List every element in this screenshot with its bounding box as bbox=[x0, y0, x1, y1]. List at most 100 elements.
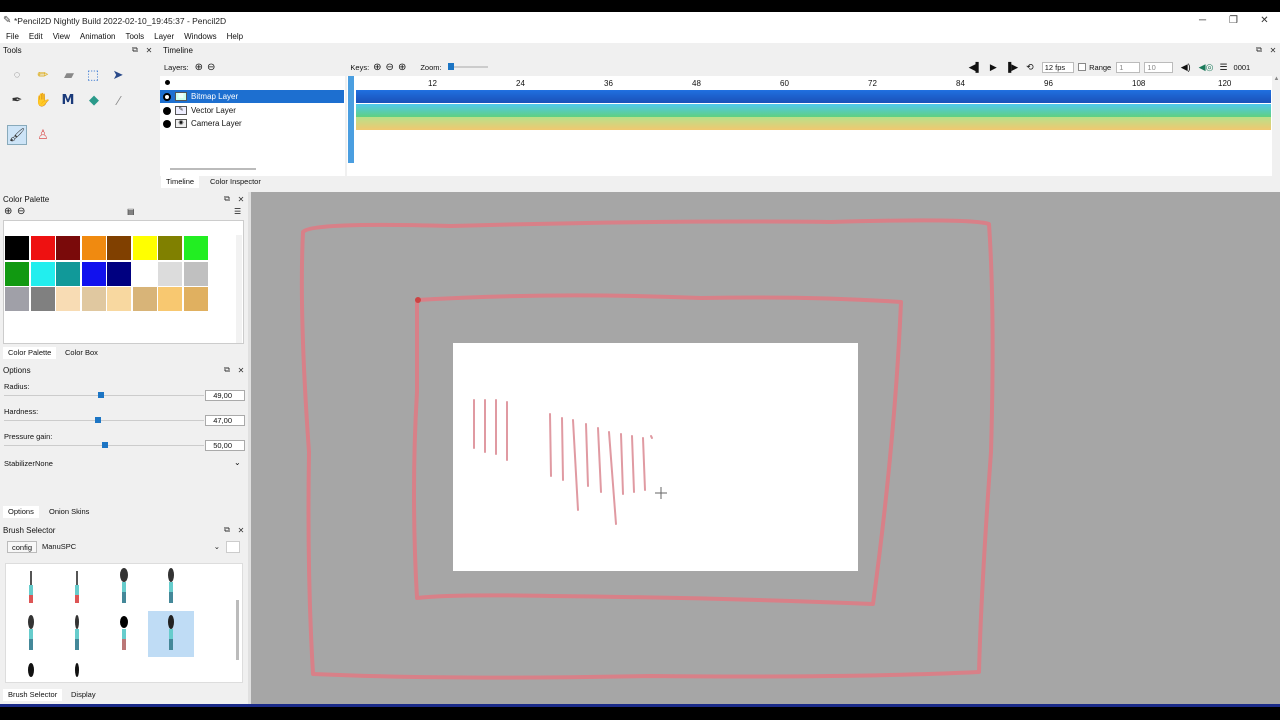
brush-preset-item[interactable] bbox=[101, 611, 147, 657]
color-swatch[interactable] bbox=[107, 261, 131, 286]
brush-preset-item[interactable] bbox=[8, 611, 54, 657]
menu-edit[interactable]: Edit bbox=[29, 32, 43, 41]
close-icon[interactable]: ✕ bbox=[1266, 46, 1280, 55]
float-icon[interactable]: ⧉ bbox=[220, 525, 234, 535]
eye-icon[interactable] bbox=[163, 119, 171, 128]
hardness-spinbox[interactable]: 47,00 bbox=[205, 415, 245, 426]
visibility-all-icon[interactable] bbox=[165, 80, 170, 85]
range-start-input[interactable]: 1 bbox=[1116, 61, 1141, 73]
track-camera[interactable] bbox=[356, 117, 1271, 130]
color-swatch[interactable] bbox=[183, 261, 208, 286]
select-icon[interactable]: ⬚ bbox=[83, 65, 103, 85]
color-swatch[interactable] bbox=[158, 236, 182, 260]
radius-spinbox[interactable]: 49,00 bbox=[205, 390, 245, 401]
tab-display[interactable]: Display bbox=[66, 689, 101, 701]
brush-preset-item[interactable] bbox=[8, 564, 54, 610]
maximize-button[interactable]: ❐ bbox=[1218, 15, 1249, 26]
radius-slider[interactable] bbox=[4, 392, 204, 398]
float-icon[interactable]: ⧉ bbox=[1252, 45, 1266, 55]
menu-view[interactable]: View bbox=[53, 32, 70, 41]
menu-animation[interactable]: Animation bbox=[80, 32, 116, 41]
float-icon[interactable]: ⧉ bbox=[128, 45, 142, 55]
color-swatch[interactable] bbox=[183, 287, 208, 311]
palette-scrollbar[interactable] bbox=[236, 235, 242, 343]
palette-view-icon[interactable]: ▤ bbox=[127, 207, 135, 216]
color-swatch[interactable] bbox=[81, 261, 106, 286]
eye-icon[interactable] bbox=[163, 92, 171, 101]
sound-icon[interactable]: ◀) bbox=[1181, 62, 1191, 73]
color-swatch[interactable] bbox=[132, 236, 157, 260]
tab-color-inspector[interactable]: Color Inspector bbox=[205, 176, 266, 188]
track-bitmap[interactable] bbox=[356, 90, 1271, 103]
float-icon[interactable]: ⧉ bbox=[220, 365, 234, 375]
close-button[interactable]: ✕ bbox=[1249, 15, 1280, 26]
brush-scrollbar[interactable] bbox=[236, 600, 239, 660]
add-key-icon[interactable]: ⊕ bbox=[373, 62, 381, 73]
add-color-icon[interactable]: ⊕ bbox=[4, 206, 12, 217]
color-swatch[interactable] bbox=[5, 287, 29, 311]
remove-color-icon[interactable]: ⊖ bbox=[17, 206, 25, 217]
color-swatch[interactable] bbox=[5, 236, 29, 260]
tab-options[interactable]: Options bbox=[3, 506, 39, 518]
eye-icon[interactable] bbox=[163, 106, 171, 115]
menu-layer[interactable]: Layer bbox=[154, 32, 174, 41]
color-swatch[interactable] bbox=[30, 287, 55, 311]
layer-row-camera[interactable]: ◉ Camera Layer bbox=[160, 117, 344, 130]
close-icon[interactable]: ✕ bbox=[234, 366, 248, 375]
config-button[interactable]: config bbox=[7, 541, 38, 553]
timeline-scrollbar[interactable]: ▲ bbox=[1273, 76, 1280, 176]
close-icon[interactable]: ✕ bbox=[234, 526, 248, 535]
tab-brush-selector[interactable]: Brush Selector bbox=[3, 689, 63, 701]
layer-scrollbar[interactable] bbox=[170, 168, 256, 170]
color-swatch[interactable] bbox=[56, 236, 80, 260]
color-swatch[interactable] bbox=[81, 287, 106, 311]
menu-help[interactable]: Help bbox=[227, 32, 243, 41]
zoom-slider[interactable] bbox=[447, 63, 488, 70]
brush-preset-item[interactable] bbox=[54, 658, 100, 682]
smudge-icon[interactable]: ♙ bbox=[33, 125, 53, 145]
color-swatch[interactable] bbox=[107, 236, 131, 260]
color-swatch[interactable] bbox=[30, 236, 55, 260]
color-swatch[interactable] bbox=[5, 261, 29, 286]
color-swatch[interactable] bbox=[183, 236, 208, 260]
color-swatch[interactable] bbox=[107, 287, 131, 311]
layer-row-bitmap[interactable]: ▦ Bitmap Layer bbox=[160, 90, 344, 103]
bucket-icon[interactable]: ◆ bbox=[84, 90, 104, 110]
color-swatch[interactable] bbox=[30, 261, 55, 286]
brush-icon[interactable]: 🖌 bbox=[7, 125, 27, 145]
range-checkbox[interactable] bbox=[1078, 63, 1087, 71]
color-swatch[interactable] bbox=[132, 287, 157, 311]
pressure-spinbox[interactable]: 50,00 bbox=[205, 440, 245, 451]
fps-spinbox[interactable]: 12 fps bbox=[1041, 61, 1075, 73]
color-swatch[interactable] bbox=[158, 287, 182, 311]
brush-preset-item[interactable] bbox=[101, 564, 147, 610]
color-swatch[interactable] bbox=[81, 236, 106, 260]
remove-layer-icon[interactable]: ⊖ bbox=[207, 62, 215, 73]
range-end-input[interactable]: 10 bbox=[1144, 61, 1173, 73]
brush-preset-item-selected[interactable] bbox=[148, 611, 194, 657]
pressure-slider[interactable] bbox=[4, 442, 204, 448]
tab-timeline[interactable]: Timeline bbox=[161, 176, 200, 188]
brush-preset-select[interactable]: ManuSPC ⌄ bbox=[40, 541, 222, 553]
color-swatch[interactable] bbox=[56, 287, 80, 311]
hardness-slider[interactable] bbox=[4, 417, 204, 423]
tab-color-box[interactable]: Color Box bbox=[60, 347, 103, 359]
track-vector[interactable] bbox=[356, 104, 1271, 117]
drawing-canvas[interactable] bbox=[251, 192, 1280, 704]
eraser-icon[interactable]: ▰ bbox=[59, 65, 79, 85]
brush-settings-button[interactable] bbox=[226, 541, 240, 553]
prev-frame-icon[interactable]: ◀▌ bbox=[969, 62, 982, 73]
onion-icon[interactable]: ◀◎ bbox=[1199, 62, 1214, 73]
color-swatch[interactable] bbox=[132, 261, 157, 286]
brush-preset-item[interactable] bbox=[148, 564, 194, 610]
clear-icon[interactable]: ◌ bbox=[7, 65, 27, 85]
color-swatch[interactable] bbox=[56, 261, 80, 286]
playhead[interactable] bbox=[348, 76, 354, 163]
pointer-icon[interactable]: ➤ bbox=[108, 65, 128, 85]
close-icon[interactable]: ✕ bbox=[142, 46, 156, 55]
menu-icon[interactable]: ☰ bbox=[1219, 62, 1227, 73]
palette-menu-icon[interactable]: ☰ bbox=[234, 207, 241, 216]
add-layer-icon[interactable]: ⊕ bbox=[195, 62, 203, 73]
color-swatch[interactable] bbox=[158, 261, 182, 286]
brush-preset-item[interactable] bbox=[54, 564, 100, 610]
